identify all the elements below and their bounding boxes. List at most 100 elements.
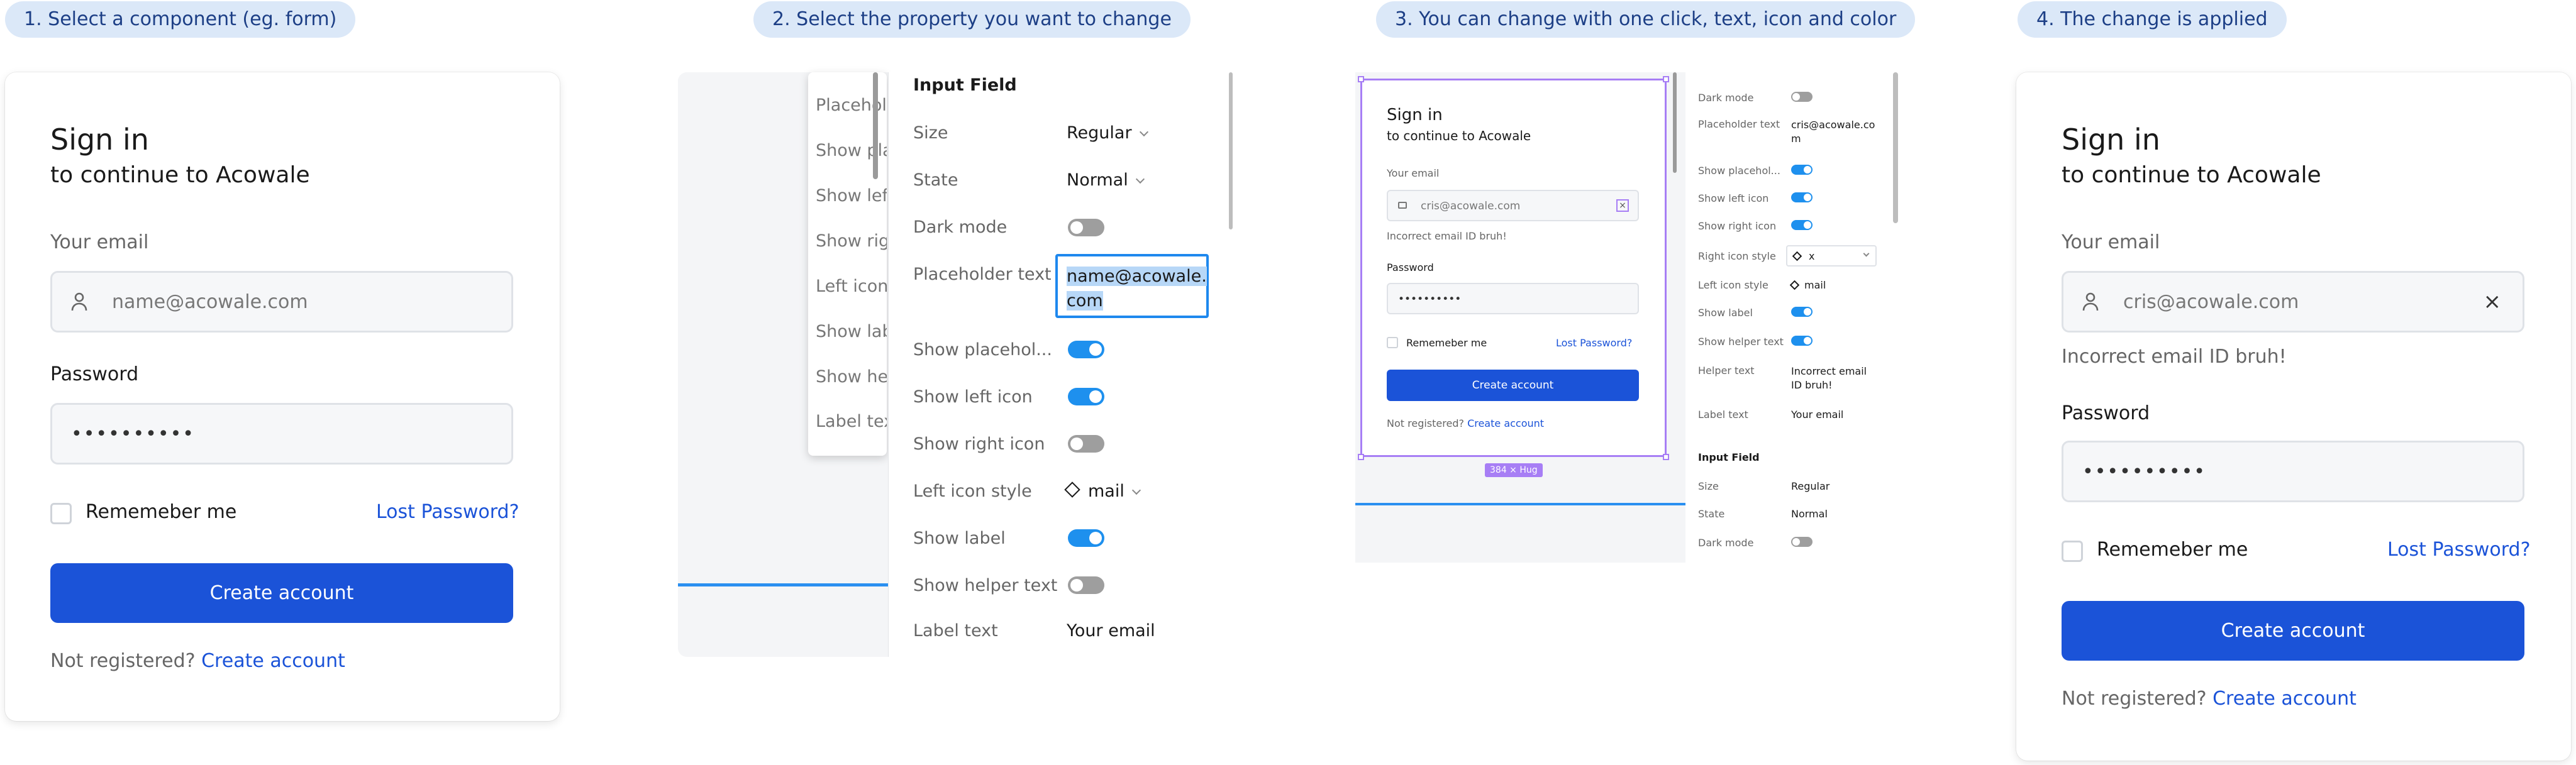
p3-prop-label: State [1698,508,1725,520]
result-email-value: cris@acowale.com [2123,290,2299,313]
resize-handle[interactable] [1358,454,1364,460]
chevron-down-icon [1139,127,1148,137]
resize-handle[interactable] [1358,76,1364,82]
p3-prop-label: Show left icon [1698,192,1769,204]
mail-icon [1398,202,1407,209]
canvas-3-scrollbar[interactable] [1673,72,1677,173]
password-input[interactable]: •••••••••• [50,403,513,465]
clear-icon[interactable]: × [2484,291,2502,312]
p3-show-right-icon-toggle[interactable] [1791,220,1813,230]
p3-size-select[interactable]: Regular [1791,480,1829,492]
left-icon-style-select[interactable]: mail [1064,482,1141,501]
p3-show-label-toggle[interactable] [1791,307,1813,317]
p3-email-value: cris@acowale.com [1421,200,1521,212]
property-panel [888,72,1235,657]
prop-show-label-label: Show label [913,529,1006,548]
show-right-icon-toggle[interactable] [1068,435,1104,453]
remember-checkbox[interactable] [50,503,72,524]
result-create-account-button[interactable]: Create account [2062,601,2524,661]
p3-email-input[interactable]: cris@acowale.com × [1387,190,1639,221]
label-text-value[interactable]: Your email [1067,621,1155,641]
step-1-label: 1. Select a component (eg. form) [5,1,356,38]
not-registered-text: Not registered? Create account [50,650,345,672]
show-placeholder-toggle[interactable] [1068,341,1104,358]
p3-prop-label: Placeholder text [1698,118,1780,130]
user-icon [71,292,87,311]
p3-prop-label: Show placehol... [1698,165,1780,177]
result-remember-checkbox[interactable] [2062,541,2083,562]
p3-show-placeholder-toggle[interactable] [1791,165,1813,175]
p3-create-account-link[interactable]: Create account [1467,417,1544,429]
canvas-selection-line [678,583,888,586]
close-icon[interactable]: × [1616,199,1629,212]
prop-state-select[interactable]: Normal [1067,170,1145,190]
result-password-input[interactable]: •••••••••• [2062,441,2524,502]
signin-title: Sign in [50,123,149,157]
p3-remember-checkbox[interactable] [1387,337,1398,348]
create-account-button[interactable]: Create account [50,563,513,623]
p3-state-select[interactable]: Normal [1791,508,1828,520]
property-panel-scrollbar[interactable] [1229,72,1233,229]
show-left-icon-toggle[interactable] [1068,388,1104,405]
p3-dark-mode-toggle-2[interactable] [1791,537,1813,547]
password-value: •••••••••• [71,422,195,445]
result-password-label: Password [2062,402,2150,424]
p3-show-helper-toggle[interactable] [1791,336,1813,346]
p3-label-text-value[interactable]: Your email [1791,409,1843,421]
email-label: Your email [50,231,149,253]
p3-placeholder-text-value[interactable]: cris@acowale.co m [1791,118,1875,146]
result-email-input[interactable]: cris@acowale.com × [2062,271,2524,333]
step-4-label: 4. The change is applied [2018,1,2287,38]
bg-scrollbar[interactable] [873,72,878,179]
step-3-label: 3. You can change with one click, text, … [1376,1,1916,38]
show-label-toggle[interactable] [1068,529,1104,547]
result-lost-password-link[interactable]: Lost Password? [2387,539,2531,561]
prop-show-right-icon-label: Show right icon [913,434,1045,454]
p3-right-icon-style-select[interactable]: x [1786,245,1877,267]
canvas-3-line [1355,503,1685,505]
p3-prop-label: Show helper text [1698,336,1784,348]
p3-subtitle: to continue to Acowale [1387,128,1531,143]
dark-mode-toggle[interactable] [1068,219,1104,236]
p3-create-account-button[interactable]: Create account [1387,370,1639,401]
result-subtitle: to continue to Acowale [2062,162,2321,188]
p3-helper-text-value[interactable]: Incorrect email ID bruh! [1791,365,1873,392]
password-label: Password [50,363,139,385]
placeholder-selected-text: name@acowale. [1067,267,1207,286]
lost-password-link[interactable]: Lost Password? [376,501,519,523]
diamond-icon [1064,482,1080,498]
placeholder-text-input[interactable]: name@acowale. com [1055,254,1209,318]
p3-prop-label: Dark mode [1698,92,1754,104]
p3-right-icon-value: x [1809,250,1815,262]
user-icon [2082,292,2099,311]
p3-dark-mode-toggle[interactable] [1791,92,1813,102]
prop-size-label: Size [913,123,948,143]
diamond-icon [1789,280,1800,290]
p3-password-input[interactable]: •••••••••• [1387,283,1639,314]
show-helper-text-toggle[interactable] [1068,576,1104,594]
create-account-link[interactable]: Create account [201,650,345,672]
p3-show-left-icon-toggle[interactable] [1791,192,1813,202]
resize-handle[interactable] [1663,76,1669,82]
prop-left-icon-style-label: Left icon style [913,482,1032,501]
step-2-label: 2. Select the property you want to chang… [753,1,1191,38]
p3-section-title: Input Field [1698,451,1760,463]
prop-state-label: State [913,170,958,190]
result-create-account-link[interactable]: Create account [2212,688,2357,710]
p3-prop-label: Size [1698,480,1719,492]
p3-props-scrollbar[interactable] [1893,72,1898,223]
email-input[interactable]: name@acowale.com [50,271,513,333]
bg-row: Show help [816,367,887,387]
p3-prop-label: Left icon style [1698,279,1768,291]
resize-handle[interactable] [1663,454,1669,460]
bg-row: Label text [816,412,887,431]
result-email-label: Your email [2062,231,2160,253]
p3-left-icon-style-select[interactable]: mail [1789,279,1826,291]
p3-lost-password-link[interactable]: Lost Password? [1556,337,1632,349]
prop-size-select[interactable]: Regular [1067,123,1148,143]
p3-prop-label: Show right icon [1698,220,1777,232]
prop-show-placeholder-label: Show placehol... [913,340,1052,360]
prop-placeholder-label: Placeholder text [913,265,1052,284]
placeholder-selected-text-2: com [1067,291,1103,311]
bg-row: Show labe [816,322,887,341]
